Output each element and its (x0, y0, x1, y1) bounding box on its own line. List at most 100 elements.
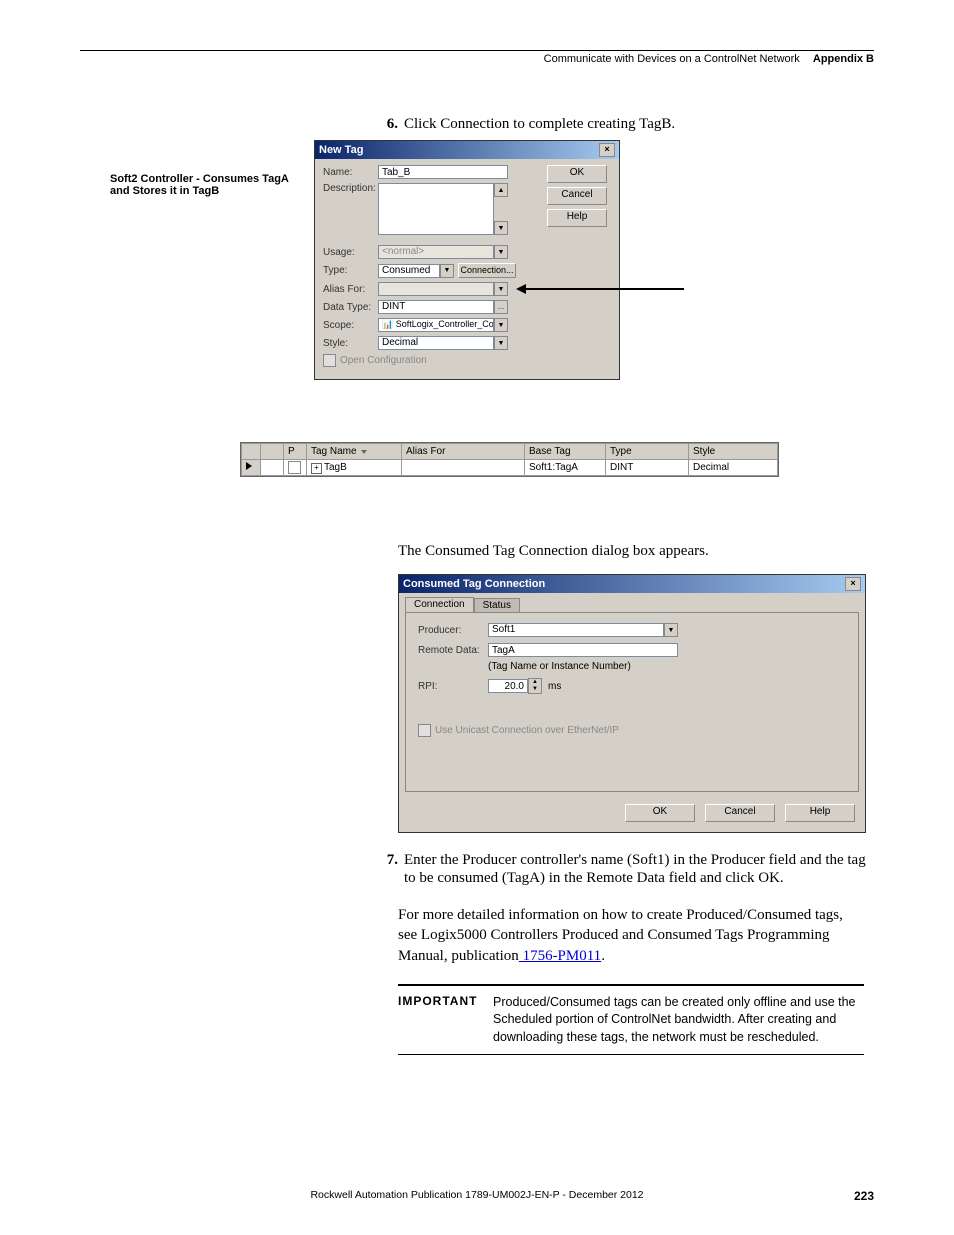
chevron-down-icon[interactable]: ▼ (494, 336, 508, 350)
p-checkbox[interactable] (288, 461, 301, 474)
tab-connection[interactable]: Connection (405, 597, 474, 612)
rpi-spinner[interactable]: ▲▼ (528, 678, 542, 694)
step-7: 7. Enter the Producer controller's name … (370, 851, 874, 887)
header-appendix: Appendix B (813, 53, 874, 65)
aliasfor-cell (402, 460, 525, 476)
scope-select[interactable]: 📊 SoftLogix_Controller_ControlNe (378, 318, 494, 332)
datatype-label: Data Type: (323, 302, 378, 313)
open-config-checkbox (323, 354, 336, 367)
ellipsis-icon[interactable]: … (494, 300, 508, 314)
unicast-label: Use Unicast Connection over EtherNet/IP (435, 725, 619, 736)
important-label: IMPORTANT (398, 994, 493, 1047)
row-select-header (242, 444, 261, 460)
ms-label: ms (548, 681, 561, 692)
spinner-down-icon[interactable]: ▼ (529, 686, 541, 693)
expand-icon[interactable]: + (311, 463, 322, 474)
p-cell[interactable] (284, 460, 307, 476)
aliasfor-input (378, 282, 494, 296)
important-box: IMPORTANT Produced/Consumed tags can be … (398, 984, 864, 1056)
ok-button[interactable]: OK (625, 804, 695, 822)
arrow-annotation (524, 288, 684, 290)
usage-select: <normal> (378, 245, 494, 259)
close-icon[interactable]: × (845, 577, 861, 591)
footer-text: Rockwell Automation Publication 1789-UM0… (310, 1189, 643, 1201)
rpi-input[interactable] (488, 679, 528, 693)
unicast-checkbox (418, 724, 431, 737)
important-text: Produced/Consumed tags can be created on… (493, 994, 864, 1047)
para-after-table: The Consumed Tag Connection dialog box a… (398, 543, 864, 560)
step6-text: Click Connection to complete creating Ta… (404, 116, 675, 132)
header-rule (80, 50, 874, 51)
spinner-up-icon[interactable]: ▲ (529, 679, 541, 686)
style-cell: Decimal (689, 460, 778, 476)
cancel-button[interactable]: Cancel (547, 187, 607, 205)
chevron-down-icon: ▼ (494, 245, 508, 259)
step7-number: 7. (387, 852, 398, 868)
type-header[interactable]: Type (606, 444, 689, 460)
consumed-tag-dialog: Consumed Tag Connection × Connection Sta… (398, 574, 866, 833)
row-icon (261, 460, 284, 476)
ok-button[interactable]: OK (547, 165, 607, 183)
scroll-down-icon[interactable]: ▼ (494, 221, 508, 235)
table-row[interactable]: +TagB Soft1:TagA DINT Decimal (242, 460, 778, 476)
tab-status[interactable]: Status (474, 598, 520, 613)
name-input[interactable] (378, 165, 508, 179)
step6-number: 6. (387, 116, 398, 132)
help-button[interactable]: Help (785, 804, 855, 822)
step-6: 6. Click Connection to complete creating… (370, 115, 874, 133)
style-header[interactable]: Style (689, 444, 778, 460)
remotedata-input[interactable] (488, 643, 678, 657)
aliasfor-label: Alias For: (323, 284, 378, 295)
detail-paragraph: For more detailed information on how to … (398, 905, 864, 966)
help-button[interactable]: Help (547, 209, 607, 227)
chevron-down-icon[interactable]: ▼ (494, 318, 508, 332)
scope-label: Scope: (323, 320, 378, 331)
open-config-label: Open Configuration (340, 355, 427, 366)
cancel-button[interactable]: Cancel (705, 804, 775, 822)
consumed-titlebar[interactable]: Consumed Tag Connection × (399, 575, 865, 593)
aliasfor-header[interactable]: Alias For (402, 444, 525, 460)
basetag-cell: Soft1:TagA (525, 460, 606, 476)
tagname-header[interactable]: Tag Name (307, 444, 402, 460)
page-number: 223 (854, 1189, 874, 1203)
icon-header (261, 444, 284, 460)
producer-select[interactable]: Soft1 (488, 623, 664, 637)
p-header[interactable]: P (284, 444, 307, 460)
new-tag-dialog: New Tag × Name: Description: ▲ (314, 140, 620, 380)
tagname-cell[interactable]: +TagB (307, 460, 402, 476)
connection-button[interactable]: Connection... (458, 263, 516, 278)
step7-text: Enter the Producer controller's name (So… (404, 852, 866, 886)
new-tag-titlebar[interactable]: New Tag × (315, 141, 619, 159)
datatype-input[interactable]: DINT (378, 300, 494, 314)
scroll-up-icon[interactable]: ▲ (494, 183, 508, 197)
description-input[interactable] (378, 183, 494, 235)
basetag-header[interactable]: Base Tag (525, 444, 606, 460)
chevron-down-icon: ▼ (494, 282, 508, 296)
tag-table: P Tag Name Alias For Base Tag Type Style… (240, 442, 779, 477)
consumed-title: Consumed Tag Connection (403, 578, 545, 590)
side-note: Soft2 Controller - Consumes TagA and Sto… (110, 173, 300, 197)
remotedata-hint: (Tag Name or Instance Number) (488, 661, 631, 672)
triangle-right-icon (246, 462, 252, 470)
page-footer: Rockwell Automation Publication 1789-UM0… (80, 1189, 874, 1201)
close-icon[interactable]: × (599, 143, 615, 157)
producer-label: Producer: (418, 625, 488, 636)
style-select[interactable]: Decimal (378, 336, 494, 350)
remotedata-label: Remote Data: (418, 645, 488, 656)
header-chapter: Communicate with Devices on a ControlNet… (544, 53, 800, 65)
usage-label: Usage: (323, 247, 378, 258)
chevron-down-icon[interactable]: ▼ (440, 264, 454, 278)
chevron-down-icon[interactable]: ▼ (664, 623, 678, 637)
row-selector[interactable] (242, 460, 261, 476)
type-select[interactable]: Consumed (378, 264, 440, 278)
type-cell: DINT (606, 460, 689, 476)
publication-link[interactable]: 1756-PM011 (519, 948, 601, 964)
page-header: Communicate with Devices on a ControlNet… (80, 53, 874, 65)
rpi-label: RPI: (418, 681, 488, 692)
sort-icon (361, 450, 367, 454)
name-label: Name: (323, 167, 378, 178)
style-label: Style: (323, 338, 378, 349)
description-label: Description: (323, 183, 378, 194)
new-tag-title: New Tag (319, 144, 363, 156)
type-label: Type: (323, 265, 378, 276)
